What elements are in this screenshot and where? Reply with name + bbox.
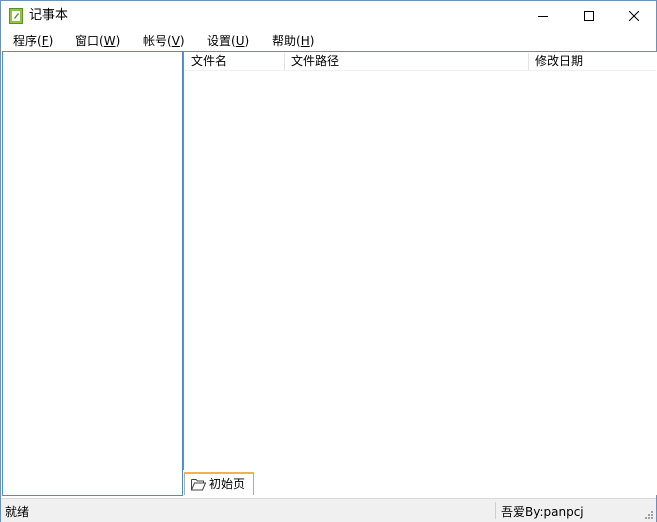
- menu-program-label: 程序(: [13, 34, 42, 48]
- title-bar[interactable]: 记事本: [1, 1, 656, 31]
- file-list-view[interactable]: 文件名 文件路径 修改日期: [183, 51, 657, 471]
- column-header-filepath[interactable]: 文件路径: [285, 53, 529, 70]
- menu-window-end: ): [115, 34, 121, 48]
- column-header-modified-date[interactable]: 修改日期: [529, 53, 656, 70]
- close-icon: [629, 11, 639, 21]
- menu-program-accel: F: [41, 34, 49, 48]
- status-credit: 吾爱By:panpcj: [501, 505, 584, 519]
- column-header-filename[interactable]: 文件名: [185, 53, 285, 70]
- menu-window[interactable]: 窗口(W): [75, 33, 120, 49]
- menu-help-label: 帮助(: [272, 34, 301, 48]
- menu-bar: 程序(F) 窗口(W) 帐号(V) 设置(U) 帮助(H): [1, 31, 656, 51]
- list-header: 文件名 文件路径 修改日期: [185, 53, 656, 71]
- menu-program-end: ): [48, 34, 54, 48]
- minimize-button[interactable]: [520, 1, 566, 31]
- tab-start-page-label: 初始页: [209, 477, 246, 491]
- status-divider: [495, 502, 496, 519]
- menu-help-accel: H: [300, 34, 310, 48]
- app-window: 记事本 程序(F) 窗口(W) 帐号(V) 设置(U) 帮助(H) 文件名 文件…: [0, 0, 657, 522]
- menu-settings-label: 设置(: [207, 34, 236, 48]
- menu-settings-end: ): [244, 34, 250, 48]
- status-text: 就绪: [5, 505, 30, 519]
- close-button[interactable]: [611, 1, 657, 31]
- maximize-icon: [584, 11, 594, 21]
- notepad-app-icon: [9, 8, 23, 24]
- menu-account-label: 帐号(: [143, 34, 172, 48]
- resize-grip-icon[interactable]: [643, 509, 654, 520]
- menu-program[interactable]: 程序(F): [13, 33, 53, 49]
- menu-settings[interactable]: 设置(U): [207, 33, 249, 49]
- menu-help-end: ): [309, 34, 315, 48]
- folder-open-icon: [191, 479, 206, 491]
- menu-help[interactable]: 帮助(H): [272, 33, 314, 49]
- status-bar: 就绪 吾爱By:panpcj: [1, 498, 656, 522]
- tab-start-page[interactable]: 初始页: [184, 472, 254, 495]
- menu-window-label: 窗口(: [75, 34, 104, 48]
- tree-panel[interactable]: [2, 51, 183, 496]
- window-title: 记事本: [29, 8, 69, 23]
- menu-account-accel: V: [171, 34, 180, 48]
- minimize-icon: [538, 16, 548, 17]
- maximize-button[interactable]: [566, 1, 612, 31]
- menu-account[interactable]: 帐号(V): [143, 33, 185, 49]
- tab-strip: 初始页: [183, 470, 657, 495]
- menu-account-end: ): [179, 34, 185, 48]
- menu-window-accel: W: [103, 34, 116, 48]
